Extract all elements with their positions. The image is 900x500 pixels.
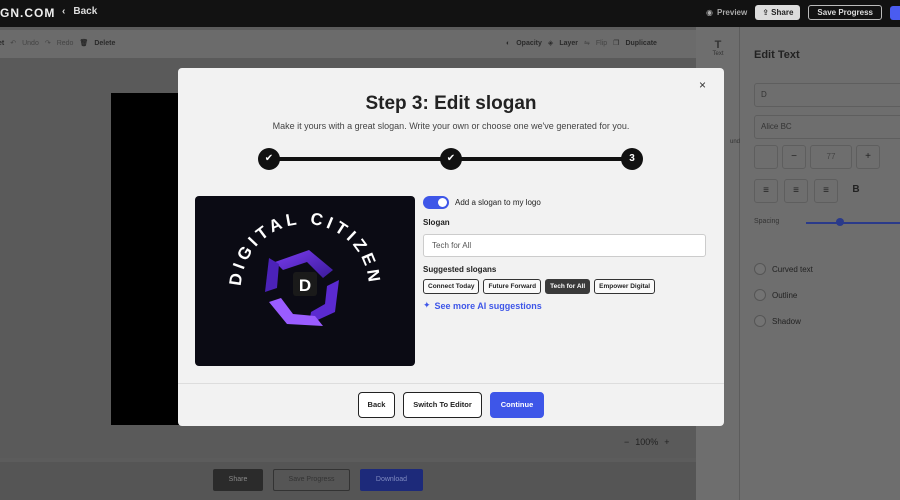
shadow-checkbox[interactable]: [754, 315, 766, 327]
opacity-label: Opacity: [516, 39, 542, 47]
curved-text-checkbox[interactable]: [754, 263, 766, 275]
text-tool-icon: T: [714, 39, 722, 51]
align-left-icon[interactable]: ≡: [754, 179, 778, 203]
flip-icon[interactable]: ⇋: [584, 39, 590, 47]
curved-text-label: Curved text: [772, 264, 813, 274]
outline-checkbox[interactable]: [754, 289, 766, 301]
step-2-complete-icon: ✔: [440, 148, 462, 170]
curved-text-option[interactable]: Curved text: [754, 263, 813, 275]
brand-logo-text[interactable]: GN.COM: [0, 6, 55, 20]
size-minus-button[interactable]: −: [782, 145, 806, 169]
shadow-option[interactable]: Shadow: [754, 315, 801, 327]
outline-option[interactable]: Outline: [754, 289, 797, 301]
preview-label: Preview: [716, 8, 748, 17]
font-size-stepper: − 77 +: [754, 145, 880, 169]
slogan-label: Slogan: [423, 218, 450, 227]
size-plus-button[interactable]: +: [856, 145, 880, 169]
text-field[interactable]: D: [754, 83, 900, 107]
chevron-left-icon: ‹: [62, 6, 66, 17]
bottom-download-button[interactable]: Download: [360, 469, 423, 491]
sparkle-icon: ✦: [423, 300, 431, 310]
align-right-icon[interactable]: ≡: [814, 179, 838, 203]
font-select[interactable]: Alice BC: [754, 115, 900, 139]
share-button[interactable]: ⇪ Share: [755, 5, 801, 20]
color-swatch[interactable]: [754, 145, 778, 169]
zoom-in-icon[interactable]: +: [664, 437, 669, 447]
top-bar: GN.COM ‹ Back ◉ Preview ⇪ Share Save Pro…: [0, 0, 900, 27]
reset-button[interactable]: et: [0, 40, 4, 47]
suggested-slogans-label: Suggested slogans: [423, 265, 497, 274]
slogan-toggle[interactable]: [423, 196, 449, 209]
zoom-out-icon[interactable]: −: [624, 437, 629, 447]
step-3-indicator: 3: [621, 148, 643, 170]
back-button[interactable]: Back: [358, 392, 395, 418]
bold-icon[interactable]: B: [844, 179, 868, 203]
suggestion-chip[interactable]: Future Forward: [483, 279, 542, 294]
tab-text-label: Text: [712, 51, 724, 57]
shadow-label: Shadow: [772, 316, 801, 326]
slogan-input[interactable]: [423, 234, 706, 257]
close-icon[interactable]: ×: [699, 78, 706, 92]
zoom-level: 100%: [635, 437, 659, 447]
bottom-share-button[interactable]: Share: [213, 469, 263, 491]
outline-label: Outline: [772, 290, 798, 300]
modal-divider: [178, 383, 724, 384]
save-progress-button[interactable]: Save Progress: [808, 5, 882, 20]
size-value[interactable]: 77: [810, 145, 852, 169]
continue-button[interactable]: Continue: [490, 392, 544, 418]
flip-label: Flip: [595, 39, 608, 47]
download-button-edge[interactable]: [890, 5, 900, 20]
see-more-ai-label: See more AI suggestions: [434, 300, 542, 311]
spacing-slider[interactable]: [806, 222, 900, 224]
undo-label: Undo: [22, 39, 39, 47]
logo-preview: DIGITAL CITIZEN D: [195, 196, 415, 366]
logo-graphic: DIGITAL CITIZEN D: [226, 209, 380, 326]
logo-canvas[interactable]: [111, 93, 183, 425]
upload-icon: ⇪: [762, 8, 769, 17]
alignment-row: ≡ ≡ ≡ B: [754, 179, 868, 203]
panel-title: Edit Text: [754, 49, 800, 61]
layer-icon[interactable]: ◈: [548, 39, 553, 47]
back-nav-label: Back: [73, 6, 98, 17]
redo-label: Redo: [56, 39, 74, 47]
redo-icon[interactable]: ↷: [45, 39, 51, 47]
share-label: Share: [771, 8, 794, 17]
bottom-save-button[interactable]: Save Progress: [273, 469, 350, 491]
logo-letter: D: [299, 276, 311, 295]
suggestion-chip[interactable]: Connect Today: [423, 279, 480, 294]
edit-slogan-modal: × Step 3: Edit slogan Make it yours with…: [178, 68, 724, 426]
delete-label: Delete: [94, 39, 116, 47]
see-more-ai-link[interactable]: ✦ See more AI suggestions: [423, 300, 542, 311]
step-1-complete-icon: ✔: [258, 148, 280, 170]
duplicate-icon[interactable]: ❐: [613, 39, 619, 47]
layer-label: Layer: [559, 39, 578, 47]
suggestion-chip[interactable]: Empower Digital: [594, 279, 656, 294]
edit-toolbar: et ↶ Undo ↷ Redo 🗑 Delete ◐ Opacity ◈ La…: [0, 30, 696, 58]
suggestion-chip-selected[interactable]: Tech for All: [545, 279, 591, 294]
edit-text-panel: Edit Text D Alice BC − 77 + ≡ ≡ ≡ B Spac…: [740, 27, 900, 500]
spacing-slider-handle[interactable]: [836, 218, 844, 226]
spacing-label: Spacing: [754, 218, 780, 225]
modal-subtitle: Make it yours with a great slogan. Write…: [272, 121, 630, 131]
eye-icon: ◉: [706, 8, 713, 17]
back-nav[interactable]: ‹ Back: [62, 6, 97, 17]
preview-button[interactable]: ◉ Preview: [706, 8, 747, 17]
align-center-icon[interactable]: ≡: [784, 179, 808, 203]
modal-title: Step 3: Edit slogan: [365, 93, 537, 114]
undo-icon[interactable]: ↶: [10, 39, 16, 47]
trash-icon[interactable]: 🗑: [79, 39, 88, 47]
slogan-toggle-label: Add a slogan to my logo: [455, 198, 541, 207]
zoom-control: − 100% +: [624, 437, 670, 447]
duplicate-label: Duplicate: [625, 39, 657, 47]
tab-text[interactable]: T Text: [696, 39, 740, 57]
suggested-slogans: Connect Today Future Forward Tech for Al…: [423, 279, 656, 294]
switch-to-editor-button[interactable]: Switch To Editor: [403, 392, 482, 418]
opacity-icon[interactable]: ◐: [506, 40, 510, 47]
slogan-toggle-row[interactable]: Add a slogan to my logo: [423, 196, 541, 209]
